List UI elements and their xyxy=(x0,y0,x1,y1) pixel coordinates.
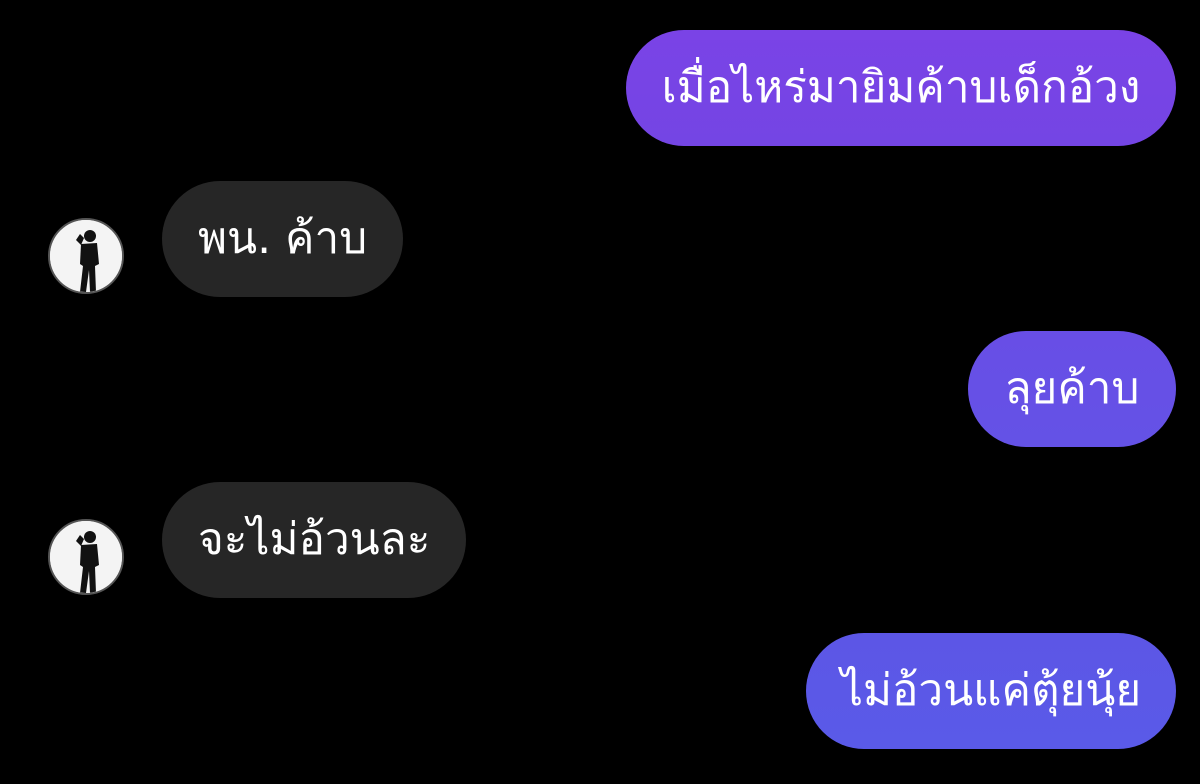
message-text: ไม่อ้วนแค่ตุ้ยนุ้ย xyxy=(840,665,1142,716)
message-text: ลุยค้าบ xyxy=(1004,363,1140,414)
message-text: เมื่อไหร่มายิมค้าบเด็กอ้วง xyxy=(661,62,1141,113)
message-text: พน. ค้าบ xyxy=(198,213,368,264)
chat-thread: เมื่อไหร่มายิมค้าบเด็กอ้วง พน. ค้าบ ลุยค… xyxy=(0,0,1200,784)
sent-message-bubble[interactable]: ลุยค้าบ xyxy=(968,331,1176,447)
sent-message-bubble[interactable]: ไม่อ้วนแค่ตุ้ยนุ้ย xyxy=(806,633,1176,749)
profile-avatar-icon[interactable] xyxy=(48,218,124,294)
profile-avatar-icon[interactable] xyxy=(48,519,124,595)
sent-message-bubble[interactable]: เมื่อไหร่มายิมค้าบเด็กอ้วง xyxy=(626,30,1176,146)
message-text: จะไม่อ้วนละ xyxy=(198,514,431,565)
received-message-bubble[interactable]: พน. ค้าบ xyxy=(162,181,404,297)
received-message-bubble[interactable]: จะไม่อ้วนละ xyxy=(162,482,467,598)
